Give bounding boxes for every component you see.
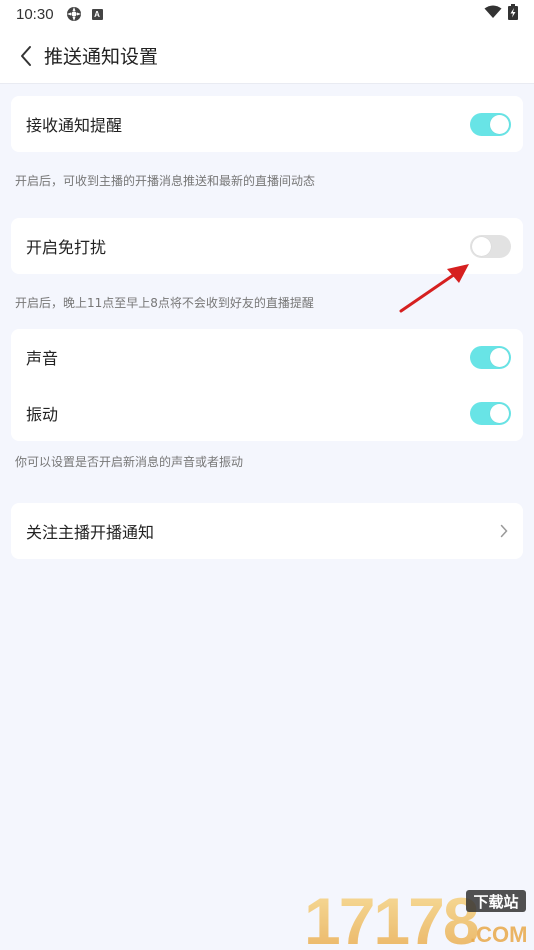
- follow-streamer-label: 关注主播开播通知: [26, 523, 155, 542]
- status-bar: 10:30 A: [0, 0, 534, 28]
- status-time: 10:30: [16, 5, 54, 23]
- receive-notification-label: 接收通知提醒: [26, 116, 123, 135]
- sound-vibrate-card: 声音 振动: [11, 329, 523, 441]
- receive-notification-hint: 开启后，可收到主播的开播消息推送和最新的直播间动态: [15, 174, 316, 188]
- watermark-logo: 17178 下载站 .COM: [304, 886, 527, 948]
- svg-text:17178: 17178: [304, 886, 478, 948]
- a-badge-letter: A: [91, 8, 103, 20]
- receive-notification-row: 接收通知提醒: [11, 96, 523, 152]
- dnd-hint: 开启后，晚上11点至早上8点将不会收到好友的直播提醒: [15, 296, 314, 310]
- dnd-toggle[interactable]: [470, 234, 511, 258]
- annotation-arrow-icon: [399, 264, 469, 313]
- follow-streamer-row[interactable]: 关注主播开播通知: [11, 503, 523, 559]
- app-header: 推送通知设置: [0, 28, 534, 84]
- sound-row: 声音: [11, 329, 523, 385]
- wifi-icon: [484, 5, 502, 23]
- toggle-knob: [472, 236, 491, 256]
- chevron-right-icon: [497, 521, 511, 541]
- receive-notification-card: 接收通知提醒: [11, 96, 523, 152]
- receive-notification-toggle[interactable]: [470, 112, 511, 136]
- dnd-label: 开启免打扰: [26, 238, 107, 257]
- accessibility-a-icon: A: [91, 8, 103, 20]
- svg-text:.COM: .COM: [470, 922, 527, 947]
- toggle-knob: [490, 114, 509, 134]
- sound-toggle[interactable]: [470, 345, 511, 369]
- vibrate-row: 振动: [11, 385, 523, 441]
- page-title: 推送通知设置: [44, 46, 159, 68]
- status-right-icons: [484, 4, 518, 24]
- settings-gear-icon: [66, 6, 82, 22]
- toggle-knob: [490, 403, 509, 423]
- vibrate-label: 振动: [26, 405, 59, 424]
- follow-streamer-card[interactable]: 关注主播开播通知: [11, 503, 523, 559]
- vibrate-toggle[interactable]: [470, 401, 511, 425]
- battery-charging-icon: [508, 4, 518, 24]
- chevron-left-icon: [21, 45, 31, 66]
- back-button[interactable]: [4, 34, 48, 78]
- sound-vibrate-hint: 你可以设置是否开启新消息的声音或者振动: [15, 455, 244, 469]
- svg-text:下载站: 下载站: [473, 893, 518, 911]
- sound-label: 声音: [26, 349, 59, 368]
- toggle-knob: [490, 347, 509, 367]
